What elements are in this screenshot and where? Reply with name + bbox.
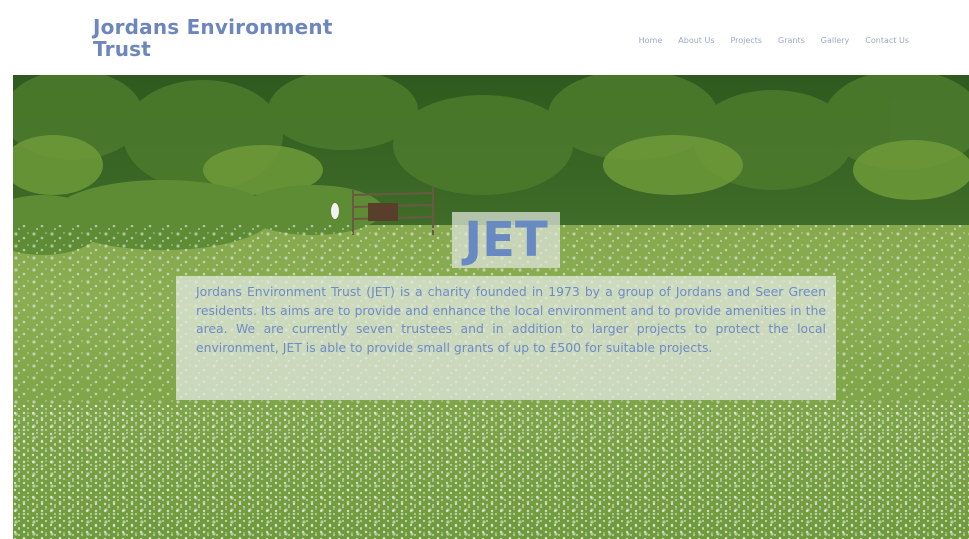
nav-gallery[interactable]: Gallery bbox=[821, 36, 850, 45]
nav-contact-us[interactable]: Contact Us bbox=[865, 36, 909, 45]
nav-home[interactable]: Home bbox=[639, 36, 663, 45]
nav-about-us[interactable]: About Us bbox=[678, 36, 714, 45]
intro-text: Jordans Environment Trust (JET) is a cha… bbox=[196, 284, 826, 355]
main-nav: Home About Us Projects Grants Gallery Co… bbox=[639, 36, 909, 45]
nav-projects[interactable]: Projects bbox=[730, 36, 762, 45]
site-header: Jordans Environment Trust Home About Us … bbox=[0, 0, 969, 75]
nav-grants[interactable]: Grants bbox=[778, 36, 805, 45]
site-title[interactable]: Jordans Environment Trust bbox=[93, 16, 353, 60]
jet-badge: JET bbox=[464, 212, 548, 268]
